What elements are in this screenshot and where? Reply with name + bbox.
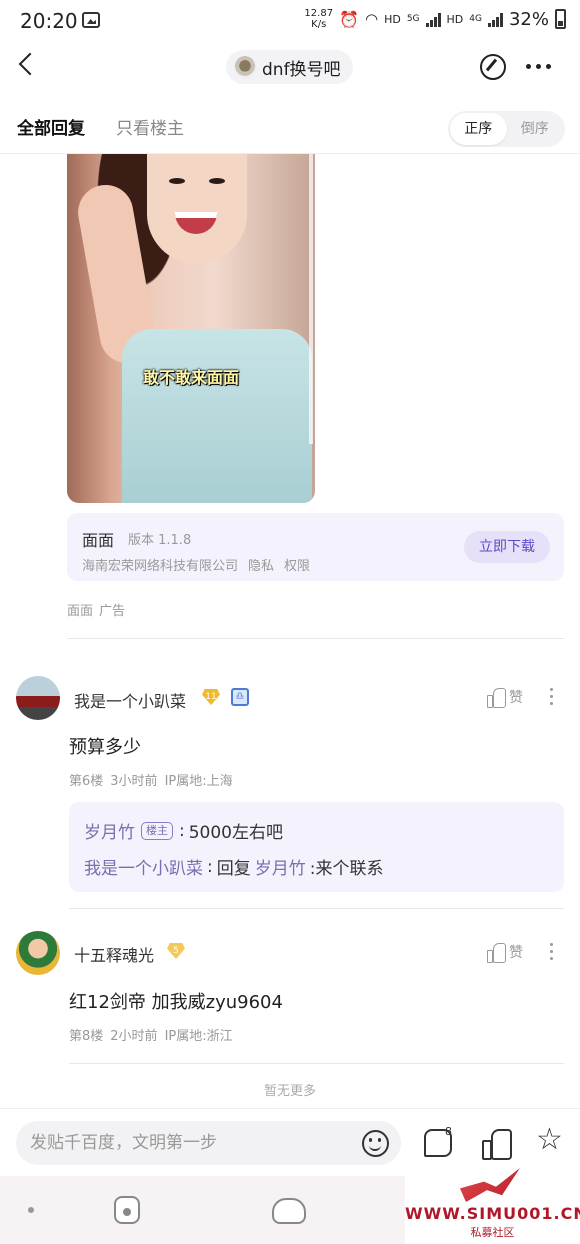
ad-company: 海南宏荣网络科技有限公司 (82, 559, 239, 574)
emoji-icon[interactable] (362, 1130, 389, 1157)
like-icon[interactable] (482, 1129, 512, 1160)
ad-app-card[interactable]: 面面 版本 1.1.8 海南宏荣网络科技有限公司 隐私 权限 立即下载 (67, 513, 564, 581)
sort-toggle: 正序 倒序 (448, 111, 565, 147)
ad-video-thumbnail[interactable]: 敢不敢来面面 (67, 154, 315, 503)
level-badge: 11 (202, 689, 220, 705)
back-arrow-icon[interactable] (18, 52, 42, 76)
bottom-action-bar: 8 ☆ (0, 1108, 580, 1176)
host-tag: 楼主 (141, 821, 173, 840)
comment-count: 8 (445, 1125, 452, 1138)
comment-ip: IP属地:浙江 (164, 1029, 233, 1044)
more-icon[interactable] (526, 64, 551, 69)
sub-reply-author[interactable]: 我是一个小趴菜 (84, 854, 203, 879)
forum-name: dnf换号吧 (262, 59, 341, 80)
avatar[interactable] (16, 676, 60, 720)
battery-level: 32% (508, 8, 549, 30)
download-button[interactable]: 立即下载 (464, 531, 550, 563)
ad-company-row: 海南宏荣网络科技有限公司 隐私 权限 (82, 555, 310, 574)
ad-app-version: 版本 1.1.8 (128, 533, 192, 548)
divider (69, 908, 564, 909)
status-bar: 20:20 12.87 K/s ⏰ ◠ HD 5G HD 4G 32% (0, 0, 580, 44)
level-badge: 5 (167, 943, 185, 959)
thumbs-up-icon (487, 943, 506, 963)
ad-label-row: 面面 广告 (67, 600, 125, 619)
hd-label-2: HD (446, 12, 464, 26)
zodiac-badge-icon: ♎ (231, 688, 249, 706)
like-button[interactable]: 赞 (487, 942, 523, 963)
ad-caption: 敢不敢来面面 (142, 368, 239, 387)
watermark-logo-icon (460, 1168, 520, 1202)
ad-app-name: 面面 (82, 531, 115, 550)
comment-username[interactable]: 十五释魂光 (74, 942, 154, 966)
sub-reply-author[interactable]: 岁月竹 (84, 818, 135, 843)
watermark: WWW.SIMU001.CN 私募社区 (405, 1168, 580, 1244)
gallery-icon (82, 12, 100, 28)
signal-icon-2 (487, 11, 503, 27)
comment-time: 3小时前 (110, 774, 158, 789)
signal-icon (425, 11, 441, 27)
sub-reply: 我是一个小趴菜 : 回复 岁月竹 :来个联系 (84, 854, 384, 880)
comment-text: 预算多少 (69, 737, 141, 758)
comment-meta: 第8楼 2小时前 IP属地:浙江 (69, 1025, 233, 1044)
dot-icon[interactable] (28, 1207, 34, 1213)
comment-text: 红12剑帝 加我威zyu9604 (69, 992, 283, 1013)
wifi-icon: ◠ (364, 10, 379, 28)
net-label-2: 4G (469, 14, 482, 24)
comment-time: 2小时前 (110, 1029, 158, 1044)
reply-tabs: 全部回复 只看楼主 正序 倒序 (0, 100, 580, 154)
divider (67, 638, 564, 639)
comment-meta: 第6楼 3小时前 IP属地:上海 (69, 770, 233, 789)
comment-more-icon[interactable] (550, 943, 553, 960)
watermark-sub: 私募社区 (470, 1226, 515, 1239)
star-icon[interactable]: ☆ (536, 1125, 564, 1155)
edit-icon[interactable] (480, 54, 506, 80)
status-right: 12.87 K/s ⏰ ◠ HD 5G HD 4G 32% (304, 8, 566, 30)
divider (69, 1063, 564, 1064)
top-nav: dnf换号吧 (0, 44, 580, 94)
tab-all-replies[interactable]: 全部回复 (17, 114, 85, 139)
no-more-text: 暂无更多 (263, 1084, 316, 1099)
thumbs-up-icon (487, 688, 506, 708)
sub-reply-text: :来个联系 (309, 859, 384, 879)
sub-reply-target[interactable]: 岁月竹 (255, 854, 306, 879)
cat-icon[interactable] (272, 1198, 306, 1224)
sub-replies[interactable]: 岁月竹 楼主 : 5000左右吧 我是一个小趴菜 : 回复 岁月竹 :来个联系 (69, 802, 564, 892)
comment-more-icon[interactable] (550, 688, 553, 705)
hd-label-1: HD (384, 12, 401, 26)
ad-privacy-link[interactable]: 隐私 (248, 555, 274, 574)
battery-icon (555, 9, 566, 29)
comment-floor: 第6楼 (69, 774, 104, 789)
forum-chip[interactable]: dnf换号吧 (226, 50, 353, 84)
tab-op-only[interactable]: 只看楼主 (116, 114, 184, 139)
comment-floor: 第8楼 (69, 1029, 104, 1044)
ad-source: 面面 (67, 604, 94, 619)
comment-ip: IP属地:上海 (164, 774, 233, 789)
status-time: 20:20 (20, 9, 78, 33)
watermark-site: WWW.SIMU001.CN (405, 1204, 580, 1223)
ad-label: 广告 (99, 604, 126, 619)
network-speed: 12.87 K/s (304, 8, 334, 30)
forum-avatar (234, 56, 256, 78)
net-label-1: 5G (406, 14, 420, 24)
post-input[interactable] (30, 1121, 330, 1165)
like-button[interactable]: 赞 (487, 687, 523, 708)
comment-username[interactable]: 我是一个小趴菜 (74, 688, 186, 712)
paw-icon[interactable] (114, 1196, 140, 1224)
sub-reply: 岁月竹 楼主 : 5000左右吧 (84, 818, 283, 844)
post-input-container[interactable] (16, 1121, 401, 1165)
avatar[interactable] (16, 931, 60, 975)
sub-reply-text: 5000左右吧 (188, 823, 283, 843)
ad-permissions-link[interactable]: 权限 (284, 555, 310, 574)
sort-desc-button[interactable]: 倒序 (507, 113, 564, 145)
alarm-icon: ⏰ (339, 9, 359, 29)
sort-asc-button[interactable]: 正序 (450, 113, 507, 145)
